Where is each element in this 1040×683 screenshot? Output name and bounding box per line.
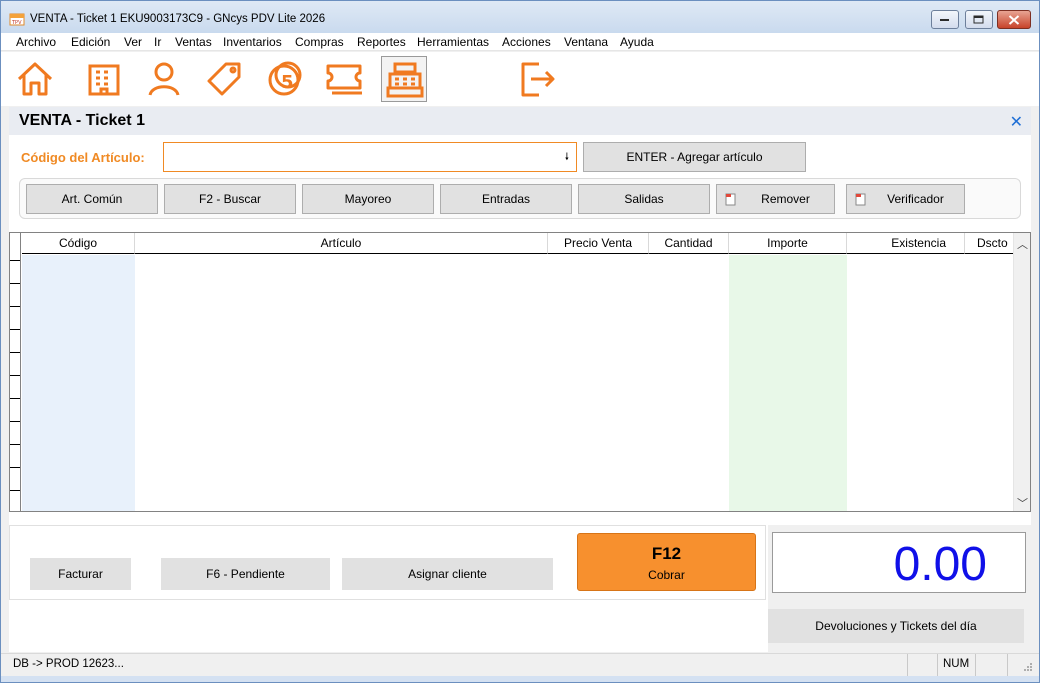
menu-ventana[interactable]: Ventana	[564, 35, 608, 49]
window-title: VENTA - Ticket 1 EKU9003173C9 - GNcys PD…	[30, 13, 326, 25]
minimize-icon	[940, 18, 949, 21]
total-display: 0.00	[772, 532, 1026, 593]
menu-ver[interactable]: Ver	[124, 35, 142, 49]
user-icon	[148, 62, 180, 96]
col-header-quantity[interactable]: Cantidad	[649, 233, 729, 254]
assign-client-button[interactable]: Asignar cliente	[342, 558, 553, 590]
app-icon: TPV	[9, 13, 25, 26]
maximize-button[interactable]	[965, 10, 993, 29]
entries-button[interactable]: Entradas	[440, 184, 572, 214]
col-header-price[interactable]: Precio Venta	[548, 233, 649, 254]
wholesale-button[interactable]: Mayoreo	[302, 184, 434, 214]
cash-button[interactable]: 5	[261, 56, 307, 102]
menu-herramientas[interactable]: Herramientas	[417, 35, 489, 49]
num-lock-indicator: NUM	[943, 658, 970, 670]
title-bar: TPV VENTA - Ticket 1 EKU9003173C9 - GNcy…	[1, 1, 1039, 33]
home-icon	[17, 62, 53, 96]
minimize-button[interactable]	[931, 10, 959, 29]
scroll-up-icon[interactable]: ︿	[1017, 236, 1028, 252]
col-header-article[interactable]: Artículo	[135, 233, 548, 254]
col-header-code[interactable]: Código	[22, 233, 135, 254]
checker-label: Verificador	[887, 192, 944, 206]
remove-button[interactable]: Remover	[716, 184, 835, 214]
menu-ventas[interactable]: Ventas	[175, 35, 212, 49]
col-header-stock[interactable]: Existencia	[847, 233, 965, 254]
tickets-button[interactable]	[321, 56, 367, 102]
exits-button[interactable]: Salidas	[578, 184, 710, 214]
panel-title: VENTA - Ticket 1	[19, 112, 145, 129]
article-code-label: Código del Artículo:	[21, 150, 145, 165]
sale-items-grid[interactable]: Código Artículo Precio Venta Cantidad Im…	[9, 232, 1031, 512]
exit-button[interactable]	[514, 56, 560, 102]
tag-icon	[207, 62, 241, 96]
svg-text:TPV: TPV	[11, 20, 22, 26]
ticket-icon	[326, 64, 362, 95]
company-button[interactable]	[81, 56, 127, 102]
scroll-down-icon[interactable]: ﹀	[1017, 495, 1028, 511]
cash-register-icon	[386, 62, 424, 98]
sales-button[interactable]	[381, 56, 427, 102]
checker-button[interactable]: Verificador	[846, 184, 965, 214]
common-article-button[interactable]: Art. Común	[26, 184, 158, 214]
close-button[interactable]	[997, 10, 1031, 29]
menu-edicion[interactable]: Edición	[71, 35, 110, 49]
charge-button[interactable]: F12 Cobrar	[577, 533, 756, 591]
invoice-button[interactable]: Facturar	[30, 558, 131, 590]
code-column-fill	[22, 255, 135, 511]
products-button[interactable]	[201, 56, 247, 102]
actions-bar: Art. Común F2 - Buscar Mayoreo Entradas …	[19, 178, 1021, 219]
col-header-discount[interactable]: Dscto	[965, 233, 1013, 254]
resize-grip-icon[interactable]	[1023, 662, 1033, 672]
exit-icon	[521, 62, 555, 97]
bottom-actions: Facturar F6 - Pendiente Asignar cliente …	[9, 525, 766, 600]
menu-inventarios[interactable]: Inventarios	[223, 35, 282, 49]
grid-scrollbar[interactable]: ︿ ﹀	[1013, 233, 1030, 511]
close-icon	[1008, 14, 1020, 25]
returns-button[interactable]: Devoluciones y Tickets del día	[768, 609, 1024, 643]
customers-button[interactable]	[141, 56, 187, 102]
menu-archivo[interactable]: Archivo	[16, 35, 56, 49]
status-bar: DB -> PROD 12623... NUM	[1, 653, 1039, 676]
sale-panel: Código del Artículo: 🠗 ENTER - Agregar a…	[9, 135, 1031, 652]
db-status: DB -> PROD 12623...	[13, 658, 124, 670]
remove-label: Remover	[761, 192, 810, 206]
menu-reportes[interactable]: Reportes	[357, 35, 406, 49]
svg-text:5: 5	[281, 72, 294, 93]
menu-acciones[interactable]: Acciones	[502, 35, 551, 49]
charge-key: F12	[651, 544, 682, 563]
menu-ir[interactable]: Ir	[154, 35, 161, 49]
totals-area: 0.00 Devoluciones y Tickets del día	[768, 525, 1031, 652]
search-button[interactable]: F2 - Buscar	[164, 184, 296, 214]
document-check-icon	[855, 193, 866, 206]
home-button[interactable]	[12, 56, 58, 102]
row-headers	[10, 233, 21, 511]
app-window: TPV VENTA - Ticket 1 EKU9003173C9 - GNcy…	[0, 0, 1040, 683]
maximize-icon	[973, 15, 984, 23]
menu-compras[interactable]: Compras	[295, 35, 344, 49]
close-panel-icon[interactable]: ✕	[1010, 112, 1023, 132]
toolbar: 5	[1, 52, 1039, 106]
total-amount: 0.00	[893, 538, 987, 591]
building-icon	[88, 64, 120, 96]
menu-bar: Archivo Edición Ver Ir Ventas Inventario…	[1, 33, 1039, 51]
article-code-input[interactable]: 🠗	[163, 142, 577, 172]
document-delete-icon	[725, 193, 736, 206]
panel-header: VENTA - Ticket 1 ✕	[9, 107, 1031, 135]
add-article-button[interactable]: ENTER - Agregar artículo	[583, 142, 806, 172]
pending-button[interactable]: F6 - Pendiente	[161, 558, 330, 590]
charge-label: Cobrar	[648, 568, 685, 582]
col-header-amount[interactable]: Importe	[729, 233, 847, 254]
menu-ayuda[interactable]: Ayuda	[620, 35, 654, 49]
coin-icon: 5	[268, 61, 302, 96]
dropdown-arrow-icon[interactable]: 🠗	[565, 150, 569, 167]
amount-column-fill	[729, 255, 847, 511]
